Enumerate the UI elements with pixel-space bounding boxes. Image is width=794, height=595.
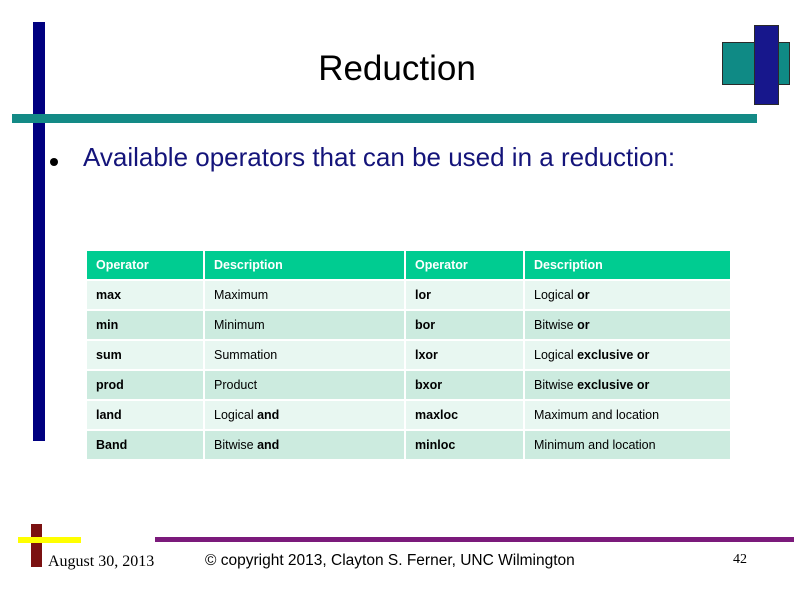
column-header-operator-1: Operator xyxy=(87,251,203,279)
cell-operator-1: land xyxy=(87,401,203,429)
decorative-navy-block xyxy=(754,25,779,105)
page-title: Reduction xyxy=(318,49,476,88)
table-row: max Maximum lor Logical or xyxy=(87,281,730,309)
cell-description-2: Bitwise exclusive or xyxy=(525,371,730,399)
cell-description-1: Logical and xyxy=(205,401,404,429)
cell-description-1: Product xyxy=(205,371,404,399)
cell-operator-2: bor xyxy=(406,311,523,339)
table-row: land Logical and maxloc Maximum and locatio… xyxy=(87,401,730,429)
title-underline-rule xyxy=(12,114,757,123)
bullet-item-text: Available operators that can be used in … xyxy=(83,142,676,172)
table-header: Operator Description Operator Descriptio… xyxy=(87,251,730,279)
cell-description-1: Bitwise and xyxy=(205,431,404,459)
footer-copyright: © copyright 2013, Clayton S. Ferner, UNC… xyxy=(205,552,575,569)
cell-operator-1: max xyxy=(87,281,203,309)
table-header-row: Operator Description Operator Descriptio… xyxy=(87,251,730,279)
cell-operator-2: maxloc xyxy=(406,401,523,429)
cell-operator-1: sum xyxy=(87,341,203,369)
table-row: prod Product bxor Bitwise exclusive or xyxy=(87,371,730,399)
slide-canvas: Reduction Available operators that can b… xyxy=(0,0,794,595)
cell-operator-2: bxor xyxy=(406,371,523,399)
cell-operator-2: lor xyxy=(406,281,523,309)
cell-operator-2: minloc xyxy=(406,431,523,459)
column-header-description-1: Description xyxy=(205,251,404,279)
footer-purple-rule xyxy=(155,537,794,542)
footer-dark-red-bar xyxy=(31,524,42,567)
cell-operator-1: prod xyxy=(87,371,203,399)
cell-description-1: Summation xyxy=(205,341,404,369)
cell-operator-1: Band xyxy=(87,431,203,459)
cell-description-1: Maximum xyxy=(205,281,404,309)
footer-date: August 30, 2013 xyxy=(48,553,155,570)
cell-description-2: Logical or xyxy=(525,281,730,309)
cell-description-2: Maximum and location xyxy=(525,401,730,429)
cell-description-2: Logical exclusive or xyxy=(525,341,730,369)
cell-description-2: Minimum and location xyxy=(525,431,730,459)
cell-operator-2: lxor xyxy=(406,341,523,369)
cell-description-2: Bitwise or xyxy=(525,311,730,339)
cell-operator-1: min xyxy=(87,311,203,339)
bullet-point-icon xyxy=(50,158,58,166)
table-row: Band Bitwise and minloc Minimum and locatio… xyxy=(87,431,730,459)
reduction-operators-table: Operator Description Operator Descriptio… xyxy=(85,249,732,461)
column-header-operator-2: Operator xyxy=(406,251,523,279)
column-header-description-2: Description xyxy=(525,251,730,279)
cell-description-1: Minimum xyxy=(205,311,404,339)
table-row: sum Summation lxor Logical exclusive or xyxy=(87,341,730,369)
footer-yellow-line xyxy=(18,537,81,543)
navy-accent-bar xyxy=(33,22,45,441)
footer-page-number: 42 xyxy=(733,552,747,567)
table-row: min Minimum bor Bitwise or xyxy=(87,311,730,339)
table-body: max Maximum lor Logical or min Minimum bor Bitw… xyxy=(87,281,730,459)
